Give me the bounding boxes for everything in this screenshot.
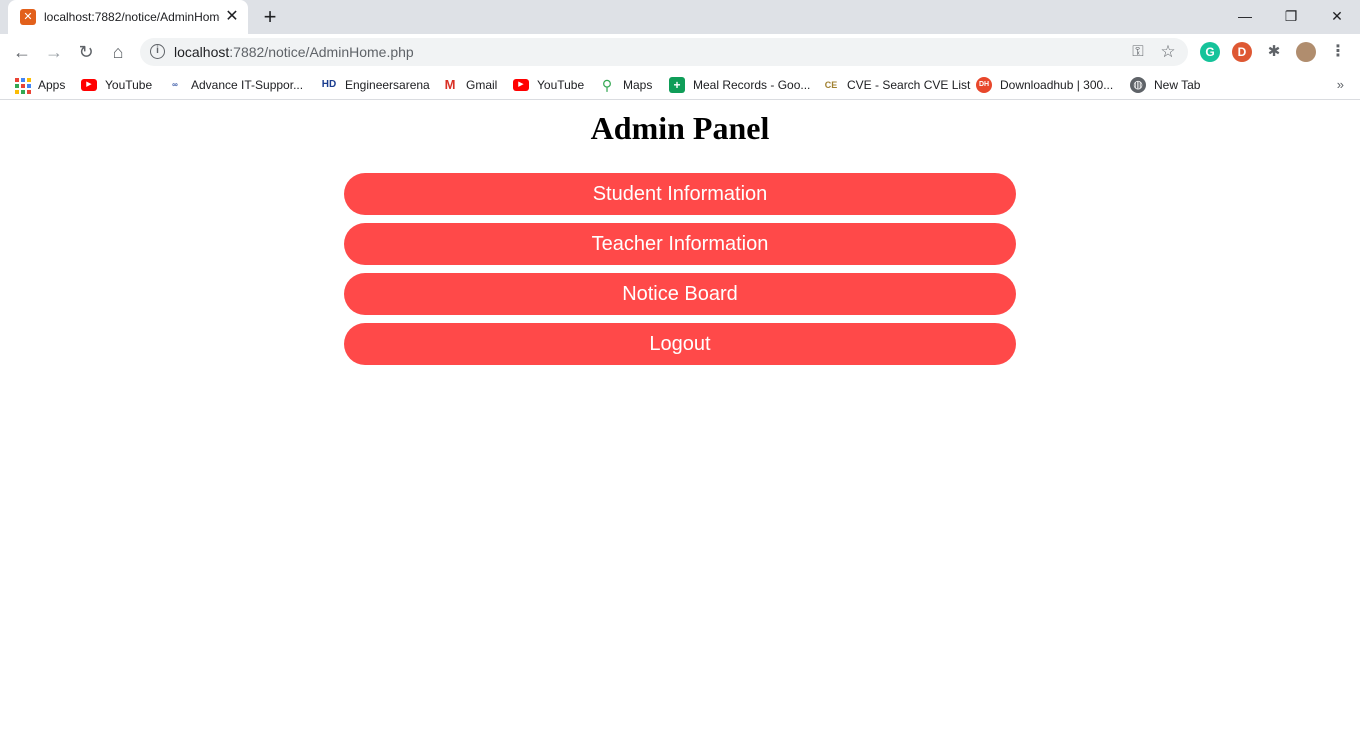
home-button[interactable]: ⌂ [104, 38, 132, 66]
youtube-icon: ▶ [81, 79, 97, 91]
bookmarks-bar: Apps ▶ YouTube ∞ Advance IT-Suppor... HD… [0, 70, 1360, 100]
bookmark-label: CVE - Search CVE List [847, 78, 971, 92]
bookmark-label: Apps [38, 78, 66, 92]
notice-board-button[interactable]: Notice Board [344, 273, 1016, 315]
minimize-button[interactable]: — [1222, 4, 1268, 28]
bookmark-label: YouTube [105, 78, 153, 92]
bookmark-advance-it[interactable]: ∞ Advance IT-Suppor... [167, 76, 303, 94]
bookmark-label: YouTube [537, 78, 585, 92]
downloadhub-icon: DH [976, 77, 992, 93]
close-window-button[interactable]: ✕ [1314, 4, 1360, 28]
bookmark-label: Maps [623, 78, 653, 92]
cve-icon: CE [824, 80, 838, 90]
duckduckgo-icon[interactable]: D [1232, 42, 1252, 62]
page-title: Admin Panel [590, 110, 770, 146]
bookmark-downloadhub[interactable]: DH Downloadhub | 300... [976, 76, 1113, 94]
new-tab-button[interactable]: + [258, 6, 282, 28]
apps-grid-icon [14, 77, 31, 94]
address-bar[interactable]: i localhost:7882/notice/AdminHome.php ⚿ … [140, 38, 1188, 66]
extensions-icon[interactable]: ✱ [1264, 42, 1284, 62]
browser-menu-icon[interactable]: ⋮ [1328, 42, 1348, 62]
url-path: :7882/notice/AdminHome.php [229, 44, 414, 60]
browser-toolbar: ← → ↻ ⌂ i localhost:7882/notice/AdminHom… [0, 34, 1360, 70]
bookmark-maps[interactable]: ⚲ Maps [599, 76, 652, 94]
xampp-favicon-icon: ✕ [20, 9, 36, 25]
reload-button[interactable]: ↻ [72, 38, 100, 66]
tab-strip: ✕ localhost:7882/notice/AdminHome.php ✕ … [0, 0, 1360, 34]
bookmark-label: Gmail [466, 78, 498, 92]
admin-menu: Student Information Teacher Information … [344, 173, 1016, 373]
hd-icon: HD [321, 79, 337, 90]
grammarly-icon[interactable]: G [1200, 42, 1220, 62]
student-information-button[interactable]: Student Information [344, 173, 1016, 215]
bookmarks-overflow-icon[interactable]: » [1337, 77, 1344, 92]
bookmark-youtube[interactable]: ▶ YouTube [81, 76, 152, 94]
bookmark-cve[interactable]: CE CVE - Search CVE List [823, 76, 971, 94]
sheets-icon: + [669, 77, 685, 93]
tab-active[interactable]: ✕ localhost:7882/notice/AdminHome.php ✕ [8, 0, 248, 34]
bookmark-youtube-2[interactable]: ▶ YouTube [513, 76, 584, 94]
forward-button[interactable]: → [40, 38, 68, 66]
maps-pin-icon: ⚲ [601, 77, 613, 93]
bookmark-new-tab[interactable]: ◍ New Tab [1130, 76, 1200, 94]
url-host: localhost [174, 44, 230, 60]
bookmark-label: Meal Records - Goo... [693, 78, 811, 92]
site-icon: ∞ [172, 80, 178, 89]
bookmark-label: New Tab [1154, 78, 1201, 92]
globe-icon: ◍ [1130, 77, 1146, 93]
bookmark-label: Advance IT-Suppor... [191, 78, 304, 92]
restore-button[interactable]: ❐ [1268, 4, 1314, 28]
youtube-icon: ▶ [513, 79, 529, 91]
logout-button[interactable]: Logout [344, 323, 1016, 365]
teacher-information-button[interactable]: Teacher Information [344, 223, 1016, 265]
tab-close-icon[interactable]: ✕ [223, 8, 241, 26]
gmail-icon: M [444, 77, 456, 92]
bookmark-gmail[interactable]: M Gmail [442, 76, 498, 94]
bookmark-star-icon[interactable]: ☆ [1158, 42, 1178, 62]
site-info-icon[interactable]: i [150, 44, 165, 59]
bookmark-label: Engineersarena [345, 78, 430, 92]
back-button[interactable]: ← [8, 38, 36, 66]
bookmark-meal-records[interactable]: + Meal Records - Goo... [669, 76, 810, 94]
bookmark-apps[interactable]: Apps [14, 76, 65, 94]
profile-avatar[interactable] [1296, 42, 1316, 62]
bookmark-engineersarena[interactable]: HD Engineersarena [321, 76, 430, 94]
key-icon[interactable]: ⚿ [1128, 42, 1148, 62]
tab-title: localhost:7882/notice/AdminHome.php [44, 10, 220, 24]
url-text[interactable]: localhost:7882/notice/AdminHome.php [174, 44, 414, 60]
bookmark-label: Downloadhub | 300... [1000, 78, 1114, 92]
